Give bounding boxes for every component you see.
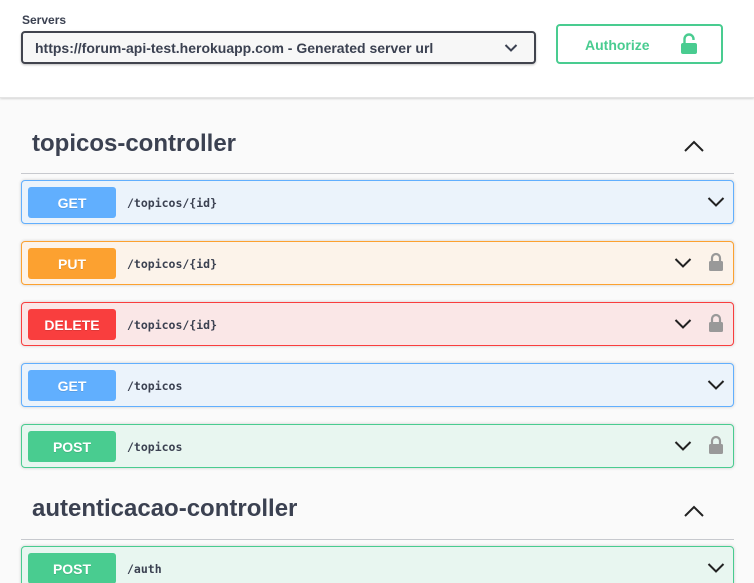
section-title-autenticacao-controller[interactable]: autenticacao-controller xyxy=(32,495,297,523)
section-divider xyxy=(21,173,734,174)
operation-get-topicos[interactable]: GET /topicos xyxy=(21,363,734,407)
operation-path: /topicos/{id} xyxy=(127,257,218,271)
operation-post-auth[interactable]: POST /auth xyxy=(21,546,734,583)
lock-icon[interactable] xyxy=(708,252,724,272)
operation-get-topicos-id[interactable]: GET /topicos/{id} xyxy=(21,180,734,224)
method-badge: GET xyxy=(28,370,116,401)
scheme-container: Servers https://forum-api-test.herokuapp… xyxy=(0,0,754,98)
method-badge: GET xyxy=(28,187,116,218)
lock-icon[interactable] xyxy=(708,435,724,455)
servers-select[interactable]: https://forum-api-test.herokuapp.com - G… xyxy=(21,31,536,64)
method-badge: POST xyxy=(28,431,116,462)
chevron-down-icon[interactable] xyxy=(707,379,725,391)
servers-label: Servers xyxy=(22,13,67,27)
lock-icon[interactable] xyxy=(708,313,724,333)
operation-path: /auth xyxy=(127,562,162,576)
section-title-topicos-controller[interactable]: topicos-controller xyxy=(32,130,236,158)
operation-path: /topicos xyxy=(127,440,183,454)
method-badge: PUT xyxy=(28,248,116,279)
chevron-down-icon xyxy=(504,44,518,52)
chevron-up-icon[interactable] xyxy=(682,139,706,153)
authorize-label: Authorize xyxy=(585,37,650,53)
method-badge: DELETE xyxy=(28,309,116,340)
servers-selected-value: https://forum-api-test.herokuapp.com - G… xyxy=(35,39,434,56)
chevron-down-icon[interactable] xyxy=(707,562,725,574)
method-badge: POST xyxy=(28,553,116,583)
chevron-down-icon[interactable] xyxy=(674,257,692,269)
section-divider xyxy=(21,539,734,540)
operation-post-topicos[interactable]: POST /topicos xyxy=(21,424,734,468)
chevron-down-icon[interactable] xyxy=(674,318,692,330)
operation-path: /topicos/{id} xyxy=(127,196,218,210)
operation-delete-topicos-id[interactable]: DELETE /topicos/{id} xyxy=(21,302,734,346)
operation-path: /topicos/{id} xyxy=(127,318,218,332)
chevron-down-icon[interactable] xyxy=(674,440,692,452)
unlock-icon xyxy=(681,33,697,54)
operation-put-topicos-id[interactable]: PUT /topicos/{id} xyxy=(21,241,734,285)
authorize-button[interactable]: Authorize xyxy=(556,24,723,64)
operation-path: /topicos xyxy=(127,379,183,393)
chevron-up-icon[interactable] xyxy=(682,504,706,518)
chevron-down-icon[interactable] xyxy=(707,196,725,208)
